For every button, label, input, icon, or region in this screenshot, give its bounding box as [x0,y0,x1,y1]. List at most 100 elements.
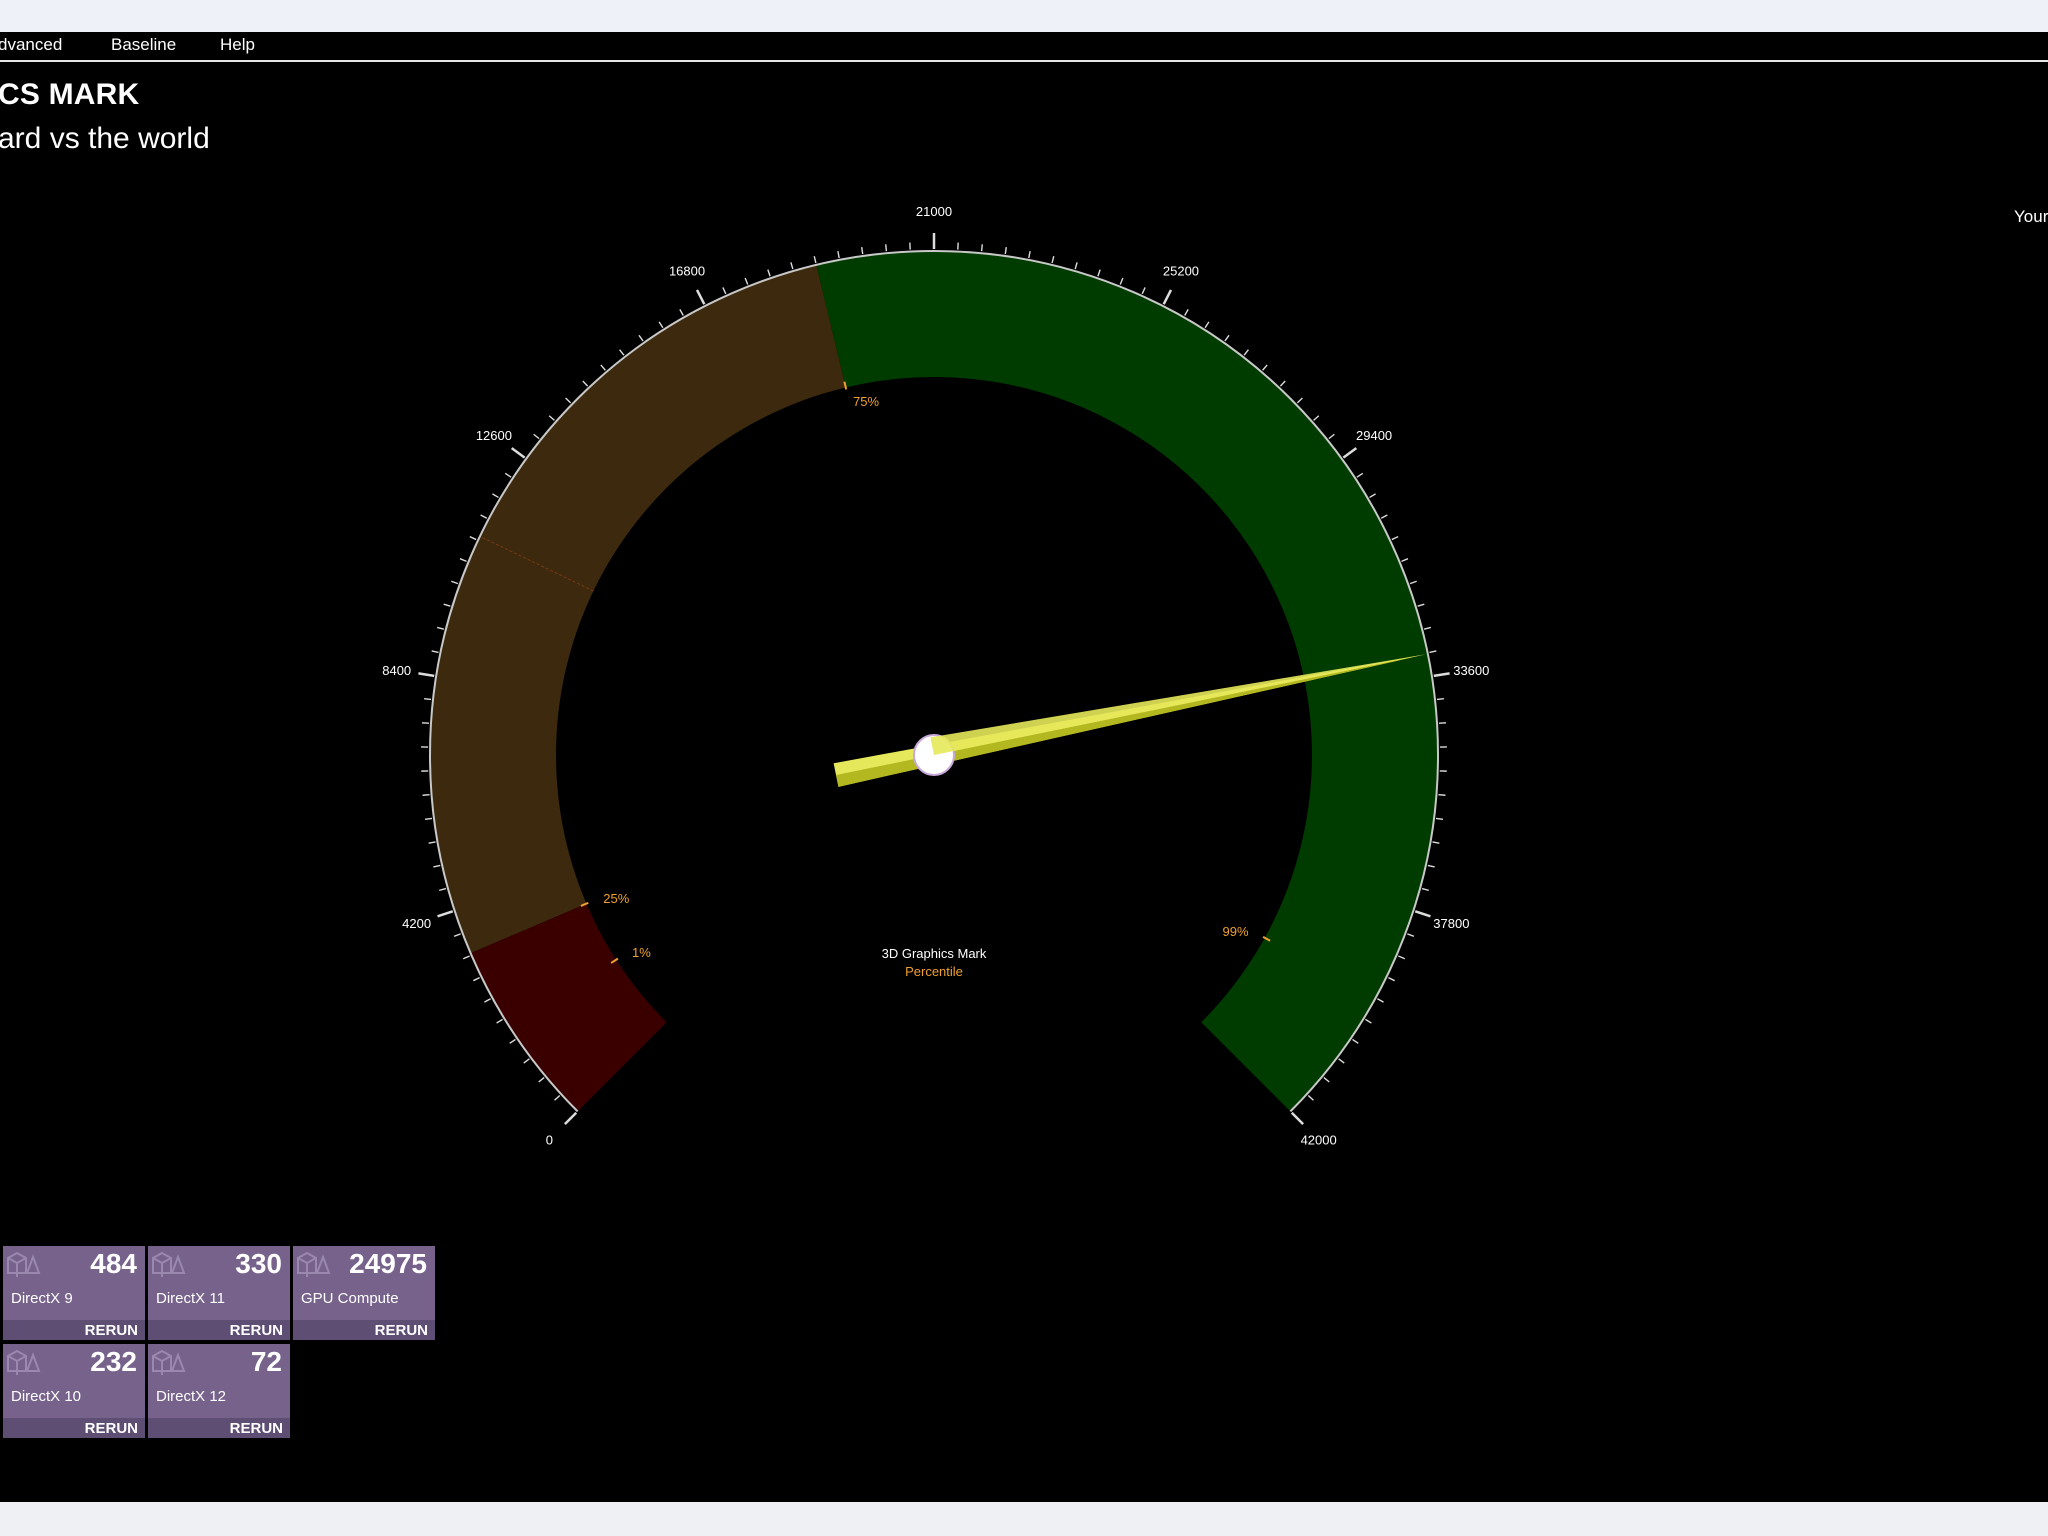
gauge-minor-tick [1421,887,1430,892]
gauge-minor-tick [790,262,794,270]
gauge-major-tick [1162,289,1173,305]
gauge-minor-tick [1028,250,1031,259]
tile-label: DirectX 11 [156,1290,225,1307]
gauge-major-tick [418,672,435,678]
gauge-minor-tick [484,998,491,1003]
gauge-minor-tick [523,1058,530,1064]
gauge-major-tick [1414,910,1431,918]
gauge-minor-tick [1141,287,1146,295]
gauge-minor-tick [496,1018,503,1024]
gauge-major-tick [437,910,454,918]
percentile-marker-label: 25% [603,891,629,906]
tile-label: DirectX 9 [11,1290,73,1307]
gauge-tick-label: 25200 [1163,263,1199,278]
gauge-minor-tick [504,472,512,478]
gauge-minor-tick [767,269,771,277]
gauge-tick-label: 0 [546,1133,553,1148]
score-tile-directx9: 484 DirectX 9 RERUN [3,1246,145,1340]
cube-icon [152,1251,186,1277]
tile-label: GPU Compute [301,1290,399,1307]
gauge-major-tick [510,447,526,459]
gauge-minor-tick [1438,794,1446,796]
tile-score: 484 [90,1248,137,1279]
rerun-button[interactable]: RERUN [85,1420,138,1437]
gauge-minor-tick [469,535,477,541]
gauge-minor-tick [1398,955,1406,960]
gauge-minor-tick [1356,472,1364,478]
tile-score: 72 [250,1346,282,1377]
gauge-tick-label: 16800 [669,263,705,278]
gauge-minor-tick [443,603,451,607]
gauge-tick-label: 8400 [382,663,411,678]
gauge-minor-tick [1262,364,1268,371]
gauge-band [430,264,846,954]
gauge-minor-tick [462,955,470,960]
gauge-tick-label: 4200 [402,916,431,931]
gauge-major-tick [1433,672,1450,678]
cube-icon [297,1251,331,1277]
gauge-minor-tick [436,626,445,630]
tile-label: DirectX 12 [156,1388,227,1405]
gauge-minor-tick [1409,580,1417,585]
gauge-minor-tick [1184,309,1189,316]
gauge-minor-tick [980,244,983,252]
gauge-tick-label: 33600 [1453,663,1489,678]
gauge-band [816,251,1439,1112]
gauge-minor-tick [533,433,540,440]
gauge-minor-tick [1323,1076,1330,1083]
gauge-minor-tick [459,558,467,563]
gauge-minor-tick [600,364,606,371]
gauge-minor-tick [658,321,664,329]
gauge-minor-tick [619,349,625,356]
gauge-minor-tick [548,415,555,421]
gauge-major-tick [695,289,706,305]
app-content: dvanced Baseline Help CS MARK ard vs the… [0,32,2048,1502]
rerun-button[interactable]: RERUN [230,1322,283,1339]
gauge-minor-tick [424,698,432,701]
gauge-major-tick [1290,1111,1304,1125]
gauge-minor-tick [554,1095,561,1101]
rerun-button[interactable]: RERUN [375,1322,428,1339]
gauge-minor-tick [744,277,749,285]
rerun-button[interactable]: RERUN [230,1420,283,1437]
percentile-marker-label: 75% [853,394,879,409]
gauge-minor-tick [431,650,439,654]
gauge-minor-tick [1417,603,1425,607]
gauge-minor-tick [1427,864,1435,868]
gauge-minor-tick [424,817,433,820]
gauge-minor-tick [1204,321,1210,329]
gauge-major-tick [1342,447,1358,459]
gauge-minor-tick [1279,380,1286,387]
gauge-minor-tick [1313,415,1320,421]
gauge-minor-tick [1401,558,1409,563]
gauge-minor-tick [1352,1038,1359,1044]
gauge-minor-tick [480,514,488,519]
gauge-minor-tick [422,794,430,796]
gauge-minor-tick [473,976,480,982]
gauge-minor-tick [1296,397,1303,404]
tile-score: 330 [235,1248,282,1279]
gauge-minor-tick [813,256,817,264]
gauge-minor-tick [451,580,459,585]
gauge-major-tick [564,1111,578,1125]
gauge-minor-tick [837,250,840,259]
gauge-minor-tick [1369,493,1376,499]
gauge-center-label: 3D Graphics Mark [882,946,987,961]
gauge-minor-tick [565,397,572,404]
gauge-minor-tick [861,247,864,255]
gauge-minor-tick [1429,650,1437,654]
gauge-minor-tick [1407,933,1415,937]
gauge-minor-tick [509,1038,516,1044]
gauge-minor-tick [1119,277,1124,285]
cube-icon [152,1349,186,1375]
gauge-minor-tick [1423,626,1432,630]
score-tile-directx10: 232 DirectX 10 RERUN [3,1344,145,1438]
cube-icon [7,1349,41,1375]
gauge-minor-tick [438,887,447,892]
tile-score: 24975 [349,1248,427,1279]
gauge-minor-tick [1338,1058,1345,1064]
cube-icon [7,1251,41,1277]
gauge-minor-tick [1224,334,1230,342]
rerun-button[interactable]: RERUN [85,1322,138,1339]
gauge-minor-tick [453,933,461,937]
